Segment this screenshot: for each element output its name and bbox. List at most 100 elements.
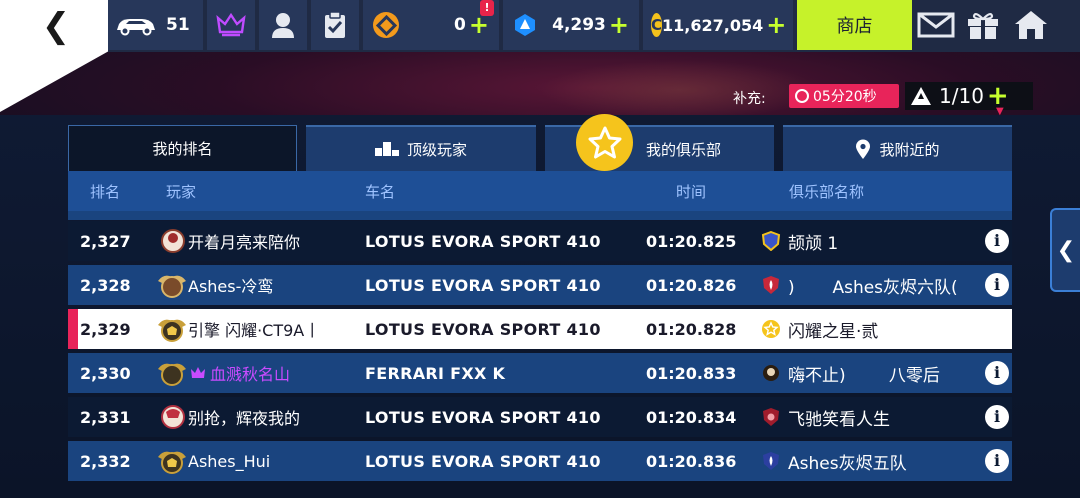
tab-label: 顶级玩家 (406, 140, 467, 159)
garage-cars-counter[interactable]: 51 (108, 0, 203, 50)
table-row[interactable]: 2,332 Ashes_Hui LOTUS EVORA SPORT 410 01… (68, 441, 1012, 481)
row-car: FERRARI FXX K (365, 363, 506, 383)
player-avatar-icon (158, 363, 186, 386)
row-time: 01:20.828 (646, 319, 737, 339)
row-time: 01:20.833 (646, 363, 737, 383)
shop-button[interactable]: 商店 (797, 0, 912, 50)
club-star-button[interactable] (576, 114, 633, 171)
row-rank: 2,329 (80, 319, 131, 339)
table-row[interactable]: 2,328 Ashes-冷鸾 LOTUS EVORA SPORT 410 01:… (68, 265, 1012, 305)
back-button[interactable]: ❮ (36, 6, 76, 46)
tickets-counter[interactable]: 1/10 + (905, 82, 1033, 110)
row-player: 开着月亮来陪你 (188, 233, 301, 252)
leaderboard-header: 排名 玩家 车名 时间 俱乐部名称 (68, 171, 1012, 211)
profile-icon (272, 13, 294, 38)
chevron-left-icon: ❮ (1056, 237, 1076, 263)
info-button[interactable]: i (985, 449, 1009, 473)
gift-button[interactable] (960, 0, 1006, 50)
row-club: 飞驰笑看人生 (788, 409, 890, 430)
row-time: 01:20.836 (646, 451, 737, 471)
tab-top-players[interactable]: 顶级玩家 (306, 125, 536, 171)
header-club: 俱乐部名称 (789, 183, 865, 201)
ticket-icon (911, 87, 931, 105)
credits-icon: C (651, 13, 663, 37)
club-emblem-icon (763, 276, 779, 294)
credits-value: 11,627,054 (662, 15, 764, 35)
tasks-icon (325, 11, 345, 38)
blueprints-counter[interactable]: 4,293 + (503, 0, 639, 50)
row-rank: 2,328 (80, 275, 131, 295)
tab-nearby[interactable]: 我附近的 (783, 125, 1012, 171)
club-emblem-icon (763, 452, 779, 470)
tokens-alert-badge: ! (480, 0, 494, 16)
tasks-button[interactable] (311, 0, 359, 50)
row-car: LOTUS EVORA SPORT 410 (365, 231, 601, 251)
gift-icon (968, 12, 998, 39)
row-time: 01:20.834 (646, 407, 737, 427)
tab-label: 我的俱乐部 (645, 140, 721, 159)
profile-button[interactable] (259, 0, 307, 50)
info-button[interactable]: i (985, 273, 1009, 297)
table-row-partial (68, 211, 1012, 220)
tokens-counter[interactable]: 0 + (363, 0, 499, 50)
mail-button[interactable] (914, 0, 958, 50)
row-car: LOTUS EVORA SPORT 410 (365, 451, 601, 471)
row-car: LOTUS EVORA SPORT 410 (365, 275, 601, 295)
blueprints-value: 4,293 (552, 15, 606, 35)
club-emblem-icon (762, 320, 780, 338)
blueprint-icon (515, 14, 535, 36)
add-credits-button[interactable]: + (766, 13, 786, 37)
table-row-current-player[interactable]: 2,329 引擎 闪耀·CT9A丨 LOTUS EVORA SPORT 410 … (68, 309, 1012, 349)
tab-my-rank[interactable]: 我的排名 (68, 125, 297, 171)
side-panel-toggle[interactable]: ❮ (1050, 208, 1080, 292)
row-rank: 2,332 (80, 451, 131, 471)
home-button[interactable] (1008, 0, 1054, 50)
row-time: 01:20.825 (646, 231, 737, 251)
row-player: 别抢，辉夜我的 (188, 409, 301, 428)
row-club: ) Ashes灰烬六队( (788, 277, 958, 298)
tickets-value: 1/10 (939, 84, 984, 108)
row-player: 引擎 闪耀·CT9A丨 (188, 321, 321, 340)
add-tokens-button[interactable]: + (469, 13, 489, 37)
header-rank: 排名 (90, 183, 121, 201)
table-row[interactable]: 2,330 血溅秋名山 FERRARI FXX K 01:20.833 嗨不止)… (68, 353, 1012, 393)
refill-timer: 05分20秒 (789, 84, 899, 108)
tab-label: 我附近的 (879, 140, 940, 159)
credits-counter[interactable]: C 11,627,054 + (643, 0, 793, 50)
row-club: 颉颃 1 (788, 233, 839, 254)
row-club: Ashes灰烬五队 (788, 453, 907, 474)
club-emblem-icon (763, 365, 779, 381)
player-avatar-icon (161, 405, 185, 429)
row-player: Ashes-冷鸾 (188, 277, 274, 296)
crown-icon (216, 12, 246, 37)
add-blueprints-button[interactable]: + (609, 13, 629, 37)
row-club: 嗨不止) 八零后 (788, 365, 940, 386)
info-button[interactable]: i (985, 405, 1009, 429)
table-row[interactable]: 2,331 别抢，辉夜我的 LOTUS EVORA SPORT 410 01:2… (68, 397, 1012, 437)
podium-icon (374, 142, 399, 156)
club-emblem-icon (761, 231, 781, 251)
token-icon (373, 12, 399, 38)
row-rank: 2,331 (80, 407, 131, 427)
row-rank: 2,330 (80, 363, 131, 383)
row-time: 01:20.826 (646, 275, 737, 295)
car-icon (117, 19, 155, 36)
refill-label: 补充: (733, 91, 766, 107)
table-row[interactable]: 2,327 开着月亮来陪你 LOTUS EVORA SPORT 410 01:2… (68, 221, 1012, 261)
header-player: 玩家 (166, 183, 197, 201)
vip-button[interactable] (207, 0, 255, 50)
refill-timer-text: 05分20秒 (813, 89, 877, 105)
tickets-dropdown-icon[interactable]: ▼ (996, 107, 1008, 117)
info-button[interactable]: i (985, 229, 1009, 253)
row-player: 血溅秋名山 (210, 365, 291, 384)
row-car: LOTUS EVORA SPORT 410 (365, 319, 601, 339)
info-button[interactable]: i (985, 361, 1009, 385)
mail-icon (917, 12, 955, 38)
player-avatar-icon (161, 229, 185, 253)
leaderboard-list[interactable]: 2,327 开着月亮来陪你 LOTUS EVORA SPORT 410 01:2… (68, 211, 1012, 486)
header-car: 车名 (365, 183, 396, 201)
player-avatar-icon (158, 319, 186, 342)
row-player: Ashes_Hui (188, 451, 271, 471)
player-avatar-icon (158, 275, 186, 298)
player-avatar-icon (158, 451, 186, 474)
